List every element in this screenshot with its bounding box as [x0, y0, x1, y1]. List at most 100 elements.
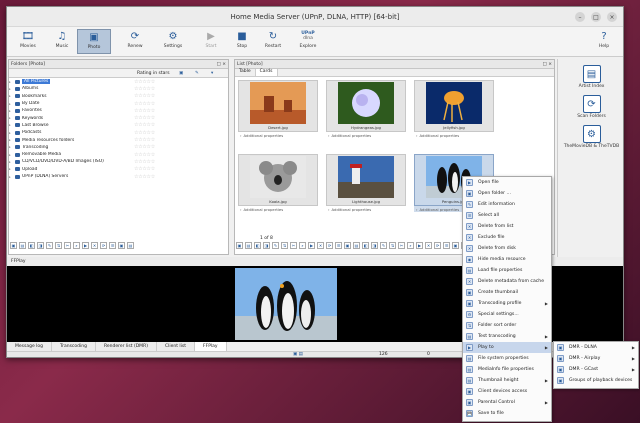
toolbar-small-button[interactable]: ▣ — [344, 241, 351, 249]
toolbar-small-button[interactable]: ◧ — [362, 241, 369, 249]
expand-icon[interactable]: ▸ — [9, 80, 13, 84]
context-menu-item[interactable]: ✕ Delete from disk — [463, 243, 551, 254]
rating-stars[interactable]: ☆☆☆☆☆ — [134, 122, 155, 128]
rating-column-header[interactable]: Rating in stars — [137, 71, 179, 76]
photo-button[interactable]: ▣ Photo — [77, 29, 111, 54]
toolbar-small-button[interactable]: ✕ — [317, 241, 324, 249]
expand-icon[interactable]: ▸ — [9, 109, 13, 113]
toolbar-small-button[interactable]: ✕ — [425, 241, 432, 249]
context-menu-item[interactable]: 💾 Save to file — [463, 408, 551, 419]
toolbar-small-button[interactable]: ✂ — [398, 241, 405, 249]
rating-stars[interactable]: ☆☆☆☆☆ — [134, 93, 155, 99]
folder-item[interactable]: ▸ Upload ☆☆☆☆☆ — [9, 166, 228, 173]
themoviedb-button[interactable]: ⚙ TheMovieDB & TheTVDB — [558, 125, 623, 149]
expand-icon[interactable]: ▸ — [9, 87, 13, 91]
additional-properties[interactable]: › Additional properties — [238, 132, 318, 138]
context-menu-item[interactable]: ◉ Hide media resource — [463, 254, 551, 265]
context-menu-item[interactable]: ⚙ Special settings... — [463, 309, 551, 320]
toolbar-small-button[interactable]: ▤ — [19, 241, 26, 249]
toolbar-small-button[interactable]: ⟳ — [434, 241, 441, 249]
context-menu-item[interactable]: ▤ MediaInfo file properties — [463, 364, 551, 375]
rating-stars[interactable]: ☆☆☆☆☆ — [134, 79, 155, 85]
toolbar-small-button[interactable]: ▤ — [245, 241, 252, 249]
toolbar-small-button[interactable]: ▣ — [10, 241, 17, 249]
toolbar-small-button[interactable]: ▣ — [236, 241, 243, 249]
context-menu-item[interactable]: ▤ File system properties — [463, 353, 551, 364]
toolbar-small-button[interactable]: ✎ — [46, 241, 53, 249]
expand-icon[interactable]: ▸ — [9, 102, 13, 106]
thumbnail[interactable]: Jellyfish.jpg — [414, 80, 494, 132]
context-menu-item[interactable]: ▣ Open folder ... — [463, 188, 551, 199]
toolbar-small-button[interactable]: ✕ — [91, 241, 98, 249]
rating-stars[interactable]: ☆☆☆☆☆ — [134, 159, 155, 165]
toolbar-small-button[interactable]: ✂ — [64, 241, 71, 249]
folder-item[interactable]: ▸ Keywords ☆☆☆☆☆ — [9, 114, 228, 121]
toolbar-small-button[interactable]: ▣ — [118, 241, 125, 249]
restart-button[interactable]: ↻ Restart — [256, 29, 290, 50]
toolbar-small-button[interactable]: ▶ — [308, 241, 315, 249]
music-button[interactable]: ♫ Music — [45, 29, 79, 50]
context-menu-item[interactable]: ▣ Create thumbnail — [463, 287, 551, 298]
pin-icon[interactable]: ✎ — [195, 71, 211, 76]
photo-card[interactable]: Hydrangeas.jpg › Additional properties — [326, 80, 406, 138]
bottom-tab[interactable]: Renderer list (DMR) — [95, 342, 157, 351]
toolbar-small-button[interactable]: ⇅ — [281, 241, 288, 249]
toolbar-small-button[interactable]: ▶ — [416, 241, 423, 249]
folder-item[interactable]: ▸ Bookmarks ☆☆☆☆☆ — [9, 93, 228, 100]
tab-table[interactable]: Table — [235, 69, 256, 76]
context-menu-item[interactable]: ▤ Test transcoding ▶ — [463, 331, 551, 342]
toolbar-small-button[interactable]: ✎ — [272, 241, 279, 249]
toolbar-small-button[interactable]: ◨ — [371, 241, 378, 249]
close-button[interactable]: × — [607, 12, 617, 22]
toolbar-small-button[interactable]: ⇅ — [55, 241, 62, 249]
folders-close-icon[interactable]: □ × — [217, 62, 226, 67]
folder-item[interactable]: ▸ Removable Media ☆☆☆☆☆ — [9, 151, 228, 158]
toolbar-small-button[interactable]: ⌕ — [73, 241, 80, 249]
toolbar-small-button[interactable]: ▤ — [127, 241, 134, 249]
toolbar-small-button[interactable]: ▤ — [353, 241, 360, 249]
photo-card[interactable]: Jellyfish.jpg › Additional properties — [414, 80, 494, 138]
column-icon[interactable]: ▣ — [179, 71, 195, 76]
toolbar-small-button[interactable]: ✎ — [380, 241, 387, 249]
expand-icon[interactable]: ▸ — [9, 153, 13, 157]
context-menu-item[interactable]: ▶ Open file — [463, 177, 551, 188]
play-to-submenu-item[interactable]: ▣ DMR - Airplay ▶ — [554, 353, 638, 364]
filter-icon[interactable]: ▾ — [211, 71, 213, 76]
context-menu-item[interactable]: ▶ Play to ▶ — [463, 342, 551, 353]
context-menu-item[interactable]: ▣ Parental Control ▶ — [463, 397, 551, 408]
photo-card[interactable]: Koala.jpg › Additional properties — [238, 154, 318, 212]
renew-button[interactable]: ⟳ Renew — [118, 29, 152, 50]
context-menu-item[interactable]: ▤ Thumbnail height ▶ — [463, 375, 551, 386]
toolbar-small-button[interactable]: ⌕ — [299, 241, 306, 249]
additional-properties[interactable]: › Additional properties — [238, 206, 318, 212]
folder-item[interactable]: ▸ Media resources folders ☆☆☆☆☆ — [9, 136, 228, 143]
toolbar-small-button[interactable]: ▶ — [82, 241, 89, 249]
rating-stars[interactable]: ☆☆☆☆☆ — [134, 152, 155, 158]
movies-button[interactable]: 🎞 Movies — [11, 29, 45, 50]
rating-stars[interactable]: ☆☆☆☆☆ — [134, 144, 155, 150]
expand-icon[interactable]: ▸ — [9, 131, 13, 135]
tab-cards[interactable]: Cards — [255, 69, 278, 76]
rating-stars[interactable]: ☆☆☆☆☆ — [134, 115, 155, 121]
play-to-submenu-item[interactable]: ▣ DMR - DLNA ▶ — [554, 342, 638, 353]
explore-button[interactable]: UPnP dlna Explore — [291, 29, 325, 49]
artist-index-button[interactable]: ▤ Artist Index — [558, 65, 623, 89]
folder-item[interactable]: ▸ All Pictures ☆☆☆☆☆ — [9, 78, 228, 85]
toolbar-small-button[interactable]: ⇅ — [389, 241, 396, 249]
toolbar-small-button[interactable]: ▣ — [452, 241, 459, 249]
settings-button[interactable]: ⚙ Settings — [156, 29, 190, 50]
folder-item[interactable]: ▸ Last Browse ☆☆☆☆☆ — [9, 122, 228, 129]
expand-icon[interactable]: ▸ — [9, 167, 13, 171]
status-icons[interactable]: ▣ ▤ — [293, 352, 303, 357]
rating-stars[interactable]: ☆☆☆☆☆ — [134, 108, 155, 114]
toolbar-small-button[interactable]: ◧ — [28, 241, 35, 249]
folder-item[interactable]: ▸ By Date ☆☆☆☆☆ — [9, 100, 228, 107]
bottom-tab[interactable]: FFPlay — [195, 342, 227, 351]
context-menu-item[interactable]: ▤ Load file properties — [463, 265, 551, 276]
context-menu-item[interactable]: ✎ Edit information — [463, 199, 551, 210]
toolbar-small-button[interactable]: ☰ — [443, 241, 450, 249]
additional-properties[interactable]: › Additional properties — [326, 206, 406, 212]
thumbnail[interactable]: Desert.jpg — [238, 80, 318, 132]
context-menu-item[interactable]: ▣ Client devices access — [463, 386, 551, 397]
photo-card[interactable]: Desert.jpg › Additional properties — [238, 80, 318, 138]
